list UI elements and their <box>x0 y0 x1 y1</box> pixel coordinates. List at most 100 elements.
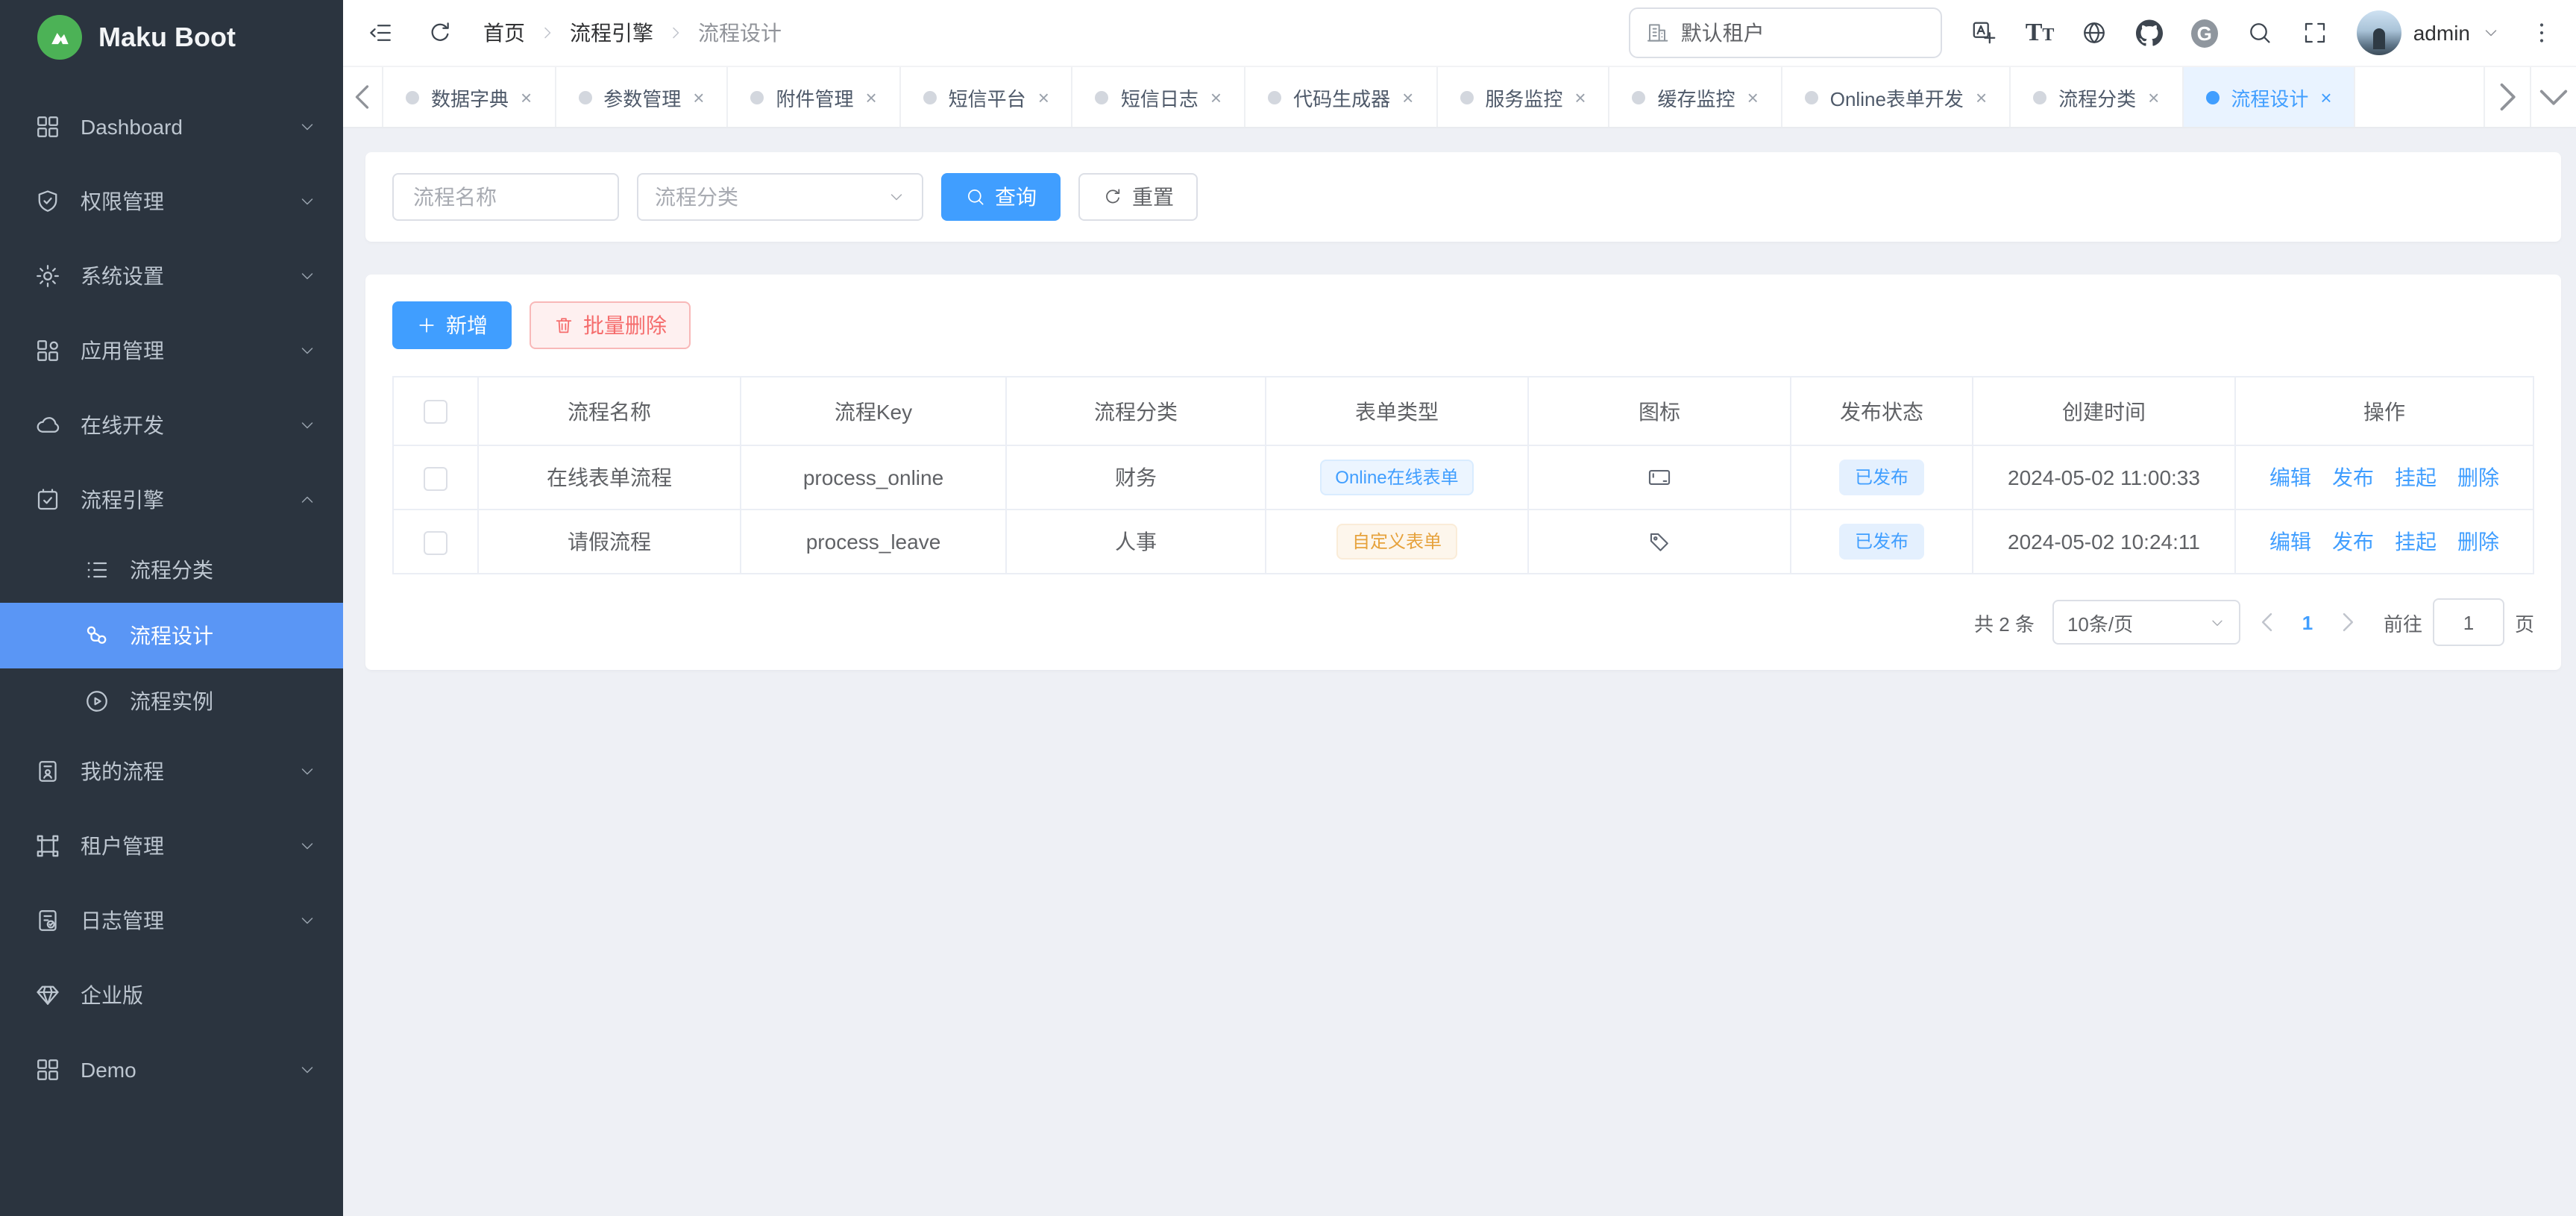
sidebar-item-应用管理[interactable]: 应用管理 <box>0 313 343 388</box>
action-link-发布[interactable]: 发布 <box>2332 466 2374 489</box>
close-icon[interactable]: × <box>865 87 876 107</box>
close-icon[interactable]: × <box>1210 87 1222 107</box>
close-icon[interactable]: × <box>1402 87 1413 107</box>
tab-短信平台[interactable]: 短信平台× <box>899 67 1072 127</box>
kebab-menu-icon[interactable] <box>2528 19 2555 46</box>
action-link-删除[interactable]: 删除 <box>2457 466 2499 489</box>
sidebar-item-系统设置[interactable]: 系统设置 <box>0 239 343 313</box>
goto-page-input[interactable] <box>2433 598 2504 646</box>
close-icon[interactable]: × <box>1038 87 1049 107</box>
search-icon[interactable] <box>2246 19 2273 46</box>
tab-label: 流程设计 <box>2231 83 2308 111</box>
action-link-挂起[interactable]: 挂起 <box>2395 466 2437 489</box>
tab-数据字典[interactable]: 数据字典× <box>382 67 554 127</box>
sidebar-item-企业版[interactable]: 企业版 <box>0 958 343 1032</box>
select-all-checkbox[interactable] <box>424 400 447 424</box>
batch-delete-button[interactable]: 批量删除 <box>530 301 691 349</box>
tab-流程分类[interactable]: 流程分类× <box>2009 67 2181 127</box>
app-logo[interactable]: Maku Boot <box>0 0 343 75</box>
table-toolbar: 新增 批量删除 <box>392 301 2534 349</box>
flow-nodes-icon <box>84 622 110 649</box>
close-icon[interactable]: × <box>2148 87 2159 107</box>
action-link-编辑[interactable]: 编辑 <box>2269 466 2311 489</box>
cell-icon <box>1528 445 1791 510</box>
action-link-挂起[interactable]: 挂起 <box>2395 530 2437 554</box>
globe-icon[interactable] <box>2081 19 2108 46</box>
close-icon[interactable]: × <box>1976 87 1987 107</box>
tab-Online表单开发[interactable]: Online表单开发× <box>1781 67 2009 127</box>
sidebar-item-流程分类[interactable]: 流程分类 <box>0 537 343 603</box>
font-size-icon[interactable]: TT <box>2026 19 2052 46</box>
cell-icon <box>1528 510 1791 574</box>
tab-dot <box>1460 90 1473 104</box>
doc-check-icon <box>34 907 61 934</box>
sidebar-item-在线开发[interactable]: 在线开发 <box>0 388 343 463</box>
add-button[interactable]: 新增 <box>392 301 512 349</box>
tab-附件管理[interactable]: 附件管理× <box>726 67 899 127</box>
app-title: Maku Boot <box>98 22 236 53</box>
sidebar-item-我的流程[interactable]: 我的流程 <box>0 734 343 809</box>
tab-服务监控[interactable]: 服务监控× <box>1436 67 1608 127</box>
tabs-scroll-left-icon[interactable] <box>343 67 382 127</box>
tab-dot <box>1268 90 1281 104</box>
sidebar-menu: Dashboard权限管理系统设置应用管理在线开发流程引擎流程分类流程设计流程实… <box>0 75 343 1216</box>
process-name-input[interactable] <box>410 184 601 210</box>
sidebar-item-label: 我的流程 <box>81 756 164 786</box>
process-category-select[interactable]: 流程分类 <box>637 173 923 221</box>
breadcrumb-item[interactable]: 流程设计 <box>698 18 782 48</box>
sidebar-item-Demo[interactable]: Demo <box>0 1032 343 1107</box>
page-number[interactable]: 1 <box>2294 611 2321 633</box>
tenant-select[interactable]: 默认租户 <box>1629 7 1942 58</box>
search-icon <box>965 187 986 207</box>
prev-page-icon[interactable] <box>2252 601 2282 643</box>
github-icon[interactable] <box>2136 19 2163 46</box>
sidebar-item-租户管理[interactable]: 租户管理 <box>0 809 343 883</box>
tab-短信日志[interactable]: 短信日志× <box>1072 67 1244 127</box>
close-icon[interactable]: × <box>693 87 704 107</box>
fullscreen-icon[interactable] <box>2302 19 2328 46</box>
breadcrumb-item[interactable]: 流程引擎 <box>570 18 653 48</box>
close-icon[interactable]: × <box>521 87 532 107</box>
app-window: Maku Boot Dashboard权限管理系统设置应用管理在线开发流程引擎流… <box>0 0 2576 1216</box>
sidebar-item-流程引擎[interactable]: 流程引擎 <box>0 463 343 537</box>
action-link-删除[interactable]: 删除 <box>2457 530 2499 554</box>
refresh-icon[interactable] <box>427 19 453 46</box>
tab-缓存监控[interactable]: 缓存监控× <box>1609 67 1781 127</box>
maku-logo-icon <box>37 15 82 60</box>
translate-icon[interactable] <box>1970 19 1997 46</box>
row-checkbox[interactable] <box>424 466 447 490</box>
tabs-scroll-right-icon[interactable] <box>2484 67 2530 127</box>
action-link-编辑[interactable]: 编辑 <box>2269 530 2311 554</box>
process-name-field[interactable] <box>392 173 619 221</box>
collapse-sidebar-icon[interactable] <box>367 19 394 46</box>
chevron-down-icon <box>888 188 905 206</box>
form-type-badge: 自定义表单 <box>1337 524 1457 560</box>
sidebar-item-label: 流程引擎 <box>81 485 164 515</box>
sidebar-item-流程设计[interactable]: 流程设计 <box>0 603 343 668</box>
close-icon[interactable]: × <box>1574 87 1586 107</box>
chevron-down-icon <box>298 762 316 780</box>
tabs-dropdown-icon[interactable] <box>2530 67 2576 127</box>
search-button[interactable]: 查询 <box>941 173 1061 221</box>
page-size-select[interactable]: 10条/页 <box>2052 600 2240 645</box>
breadcrumb-item[interactable]: 首页 <box>483 18 525 48</box>
cell-status: 已发布 <box>1791 510 1973 574</box>
sidebar-item-日志管理[interactable]: 日志管理 <box>0 883 343 958</box>
tab-流程设计[interactable]: 流程设计 × <box>2181 67 2355 127</box>
process-table: 流程名称流程Key流程分类表单类型图标发布状态创建时间操作 在线表单流程proc… <box>392 376 2534 574</box>
next-page-icon[interactable] <box>2333 601 2363 643</box>
action-link-发布[interactable]: 发布 <box>2332 530 2374 554</box>
tab-参数管理[interactable]: 参数管理× <box>554 67 726 127</box>
user-menu[interactable]: admin <box>2357 10 2500 55</box>
row-checkbox[interactable] <box>424 530 447 554</box>
sidebar-item-权限管理[interactable]: 权限管理 <box>0 164 343 239</box>
reset-button[interactable]: 重置 <box>1078 173 1198 221</box>
close-icon[interactable]: × <box>2320 87 2331 107</box>
tab-dot <box>1633 90 1646 104</box>
chevron-down-icon <box>298 912 316 930</box>
sidebar-item-流程实例[interactable]: 流程实例 <box>0 668 343 734</box>
tab-代码生成器[interactable]: 代码生成器× <box>1244 67 1436 127</box>
close-icon[interactable]: × <box>1747 87 1759 107</box>
sidebar-item-Dashboard[interactable]: Dashboard <box>0 90 343 164</box>
gitee-icon[interactable]: G <box>2191 19 2218 46</box>
